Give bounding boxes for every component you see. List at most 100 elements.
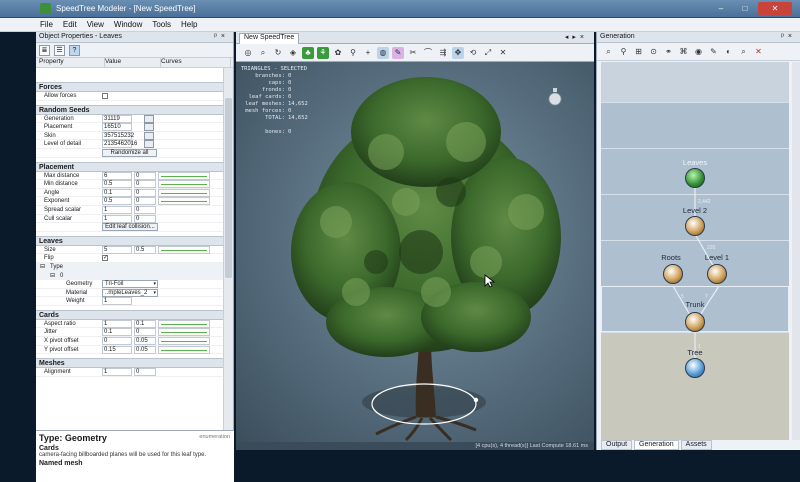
node-level1[interactable] bbox=[707, 264, 727, 284]
add-generator-icon[interactable]: ⚲ bbox=[618, 46, 629, 57]
collapse-icon[interactable]: ⊟ bbox=[40, 263, 45, 272]
angle-variance-field[interactable]: 0 bbox=[134, 188, 156, 197]
aspect-ratio-variance-field[interactable]: 0.1 bbox=[134, 319, 156, 328]
organize-icon[interactable]: ⌘ bbox=[678, 46, 689, 57]
light-bulb-icon[interactable] bbox=[548, 88, 562, 106]
node-tree[interactable] bbox=[685, 358, 705, 378]
curve-editor[interactable] bbox=[158, 245, 210, 254]
cull-scalar-variance-field[interactable]: 0 bbox=[134, 214, 156, 223]
jitter-field[interactable]: 0.1 bbox=[102, 328, 132, 337]
tab-close-icon[interactable]: × bbox=[580, 34, 588, 41]
frond-tool-icon[interactable]: ✿ bbox=[332, 47, 344, 59]
force-icon[interactable]: ⇶ bbox=[437, 47, 449, 59]
curve-editor[interactable] bbox=[158, 345, 210, 354]
pin-icon[interactable]: ᵖ bbox=[214, 33, 221, 40]
curve-editor[interactable] bbox=[158, 328, 210, 337]
curve-editor[interactable] bbox=[158, 319, 210, 328]
scrollbar-thumb[interactable] bbox=[225, 98, 232, 278]
camera-icon[interactable]: ◎ bbox=[242, 47, 254, 59]
categorized-view-icon[interactable]: ≣ bbox=[39, 45, 50, 56]
rotate-icon[interactable]: ⟲ bbox=[467, 47, 479, 59]
min-distance-field[interactable]: 0.5 bbox=[102, 180, 132, 189]
y-pivot-field[interactable]: 0.15 bbox=[102, 345, 132, 354]
node-trunk[interactable] bbox=[685, 312, 705, 332]
dice-icon[interactable] bbox=[144, 131, 154, 140]
min-distance-variance-field[interactable]: 0 bbox=[134, 180, 156, 189]
minimize-button[interactable]: – bbox=[710, 2, 732, 15]
randomize-all-button[interactable]: Randomize all bbox=[102, 148, 157, 157]
flip-checkbox[interactable]: ✓ bbox=[102, 255, 108, 262]
delete-node-icon[interactable]: ✕ bbox=[753, 46, 764, 57]
weight-field[interactable]: 1 bbox=[102, 297, 132, 306]
alignment-field[interactable]: 1 bbox=[102, 368, 132, 377]
node-level2[interactable] bbox=[685, 216, 705, 236]
scale-icon[interactable]: ⤢ bbox=[482, 47, 494, 59]
tab-generation[interactable]: Generation bbox=[634, 440, 679, 450]
delete-icon[interactable]: ✕ bbox=[497, 47, 509, 59]
menu-view[interactable]: View bbox=[87, 20, 104, 29]
tab-next-icon[interactable]: ▸ bbox=[572, 34, 580, 41]
properties-scrollbar[interactable] bbox=[223, 68, 233, 430]
curve-editor[interactable] bbox=[158, 337, 210, 346]
zoom-icon[interactable]: ⌕ bbox=[603, 46, 614, 57]
menu-file[interactable]: File bbox=[40, 20, 53, 29]
visibility-icon[interactable]: ◐ bbox=[723, 46, 734, 57]
close-window-button[interactable]: ✕ bbox=[758, 2, 792, 15]
grow-icon[interactable]: ⚲ bbox=[347, 47, 359, 59]
orbit-icon[interactable]: ↻ bbox=[272, 47, 284, 59]
x-pivot-field[interactable]: 0 bbox=[102, 337, 132, 346]
menu-edit[interactable]: Edit bbox=[63, 20, 77, 29]
size-variance-field[interactable]: 0.5 bbox=[134, 245, 156, 254]
lod-seed-field[interactable]: 2135462016 bbox=[102, 140, 137, 149]
node-leaves[interactable] bbox=[685, 168, 705, 188]
paint-icon[interactable]: ✎ bbox=[392, 47, 404, 59]
max-distance-field[interactable]: 6 bbox=[102, 171, 132, 180]
link-icon[interactable]: ⚭ bbox=[663, 46, 674, 57]
tab-assets[interactable]: Assets bbox=[680, 440, 712, 450]
y-pivot-variance-field[interactable]: 0.05 bbox=[134, 345, 156, 354]
alignment-variance-field[interactable]: 0 bbox=[134, 368, 156, 377]
maximize-button[interactable]: □ bbox=[734, 2, 756, 15]
spread-scalar-variance-field[interactable]: 0 bbox=[134, 205, 156, 214]
leaf-tool-icon[interactable]: ♣ bbox=[302, 47, 314, 59]
angle-field[interactable]: 0.1 bbox=[102, 188, 132, 197]
aspect-ratio-field[interactable]: 1 bbox=[102, 319, 132, 328]
tab-output[interactable]: Output bbox=[601, 440, 633, 450]
tab-new-speedtree[interactable]: New SpeedTree bbox=[239, 33, 300, 44]
move-icon[interactable]: ✥ bbox=[452, 47, 464, 59]
edit-leaf-collision-button[interactable]: Edit leaf collision... bbox=[102, 223, 158, 232]
zoom-icon[interactable]: ⌕ bbox=[257, 47, 269, 59]
skin-seed-field[interactable]: 357515232 bbox=[102, 131, 134, 140]
help-icon[interactable]: ? bbox=[69, 45, 80, 56]
curve-editor[interactable] bbox=[158, 197, 210, 206]
zoom-fit-icon[interactable]: ⊙ bbox=[648, 46, 659, 57]
node-roots[interactable] bbox=[663, 264, 683, 284]
3d-viewport[interactable]: TRIANGLES - SELECTED branches: 0 caps: 0 f… bbox=[236, 62, 594, 442]
menu-tools[interactable]: Tools bbox=[152, 20, 171, 29]
edit-icon[interactable]: ✎ bbox=[708, 46, 719, 57]
panel-close-icon[interactable]: × bbox=[221, 33, 229, 40]
spread-scalar-field[interactable]: 1 bbox=[102, 205, 132, 214]
search-icon[interactable]: ⌕ bbox=[738, 46, 749, 57]
collapse-icon[interactable]: ⊟ bbox=[50, 272, 55, 281]
material-select[interactable]: ..mpleLeaves_2 bbox=[102, 288, 158, 297]
curve-editor[interactable] bbox=[158, 188, 210, 197]
dice-icon[interactable] bbox=[144, 140, 154, 149]
jitter-variance-field[interactable]: 0 bbox=[134, 328, 156, 337]
add-node-icon[interactable]: + bbox=[362, 47, 374, 59]
menu-window[interactable]: Window bbox=[114, 20, 142, 29]
dice-icon[interactable] bbox=[144, 123, 154, 132]
panel-close-icon[interactable]: × bbox=[788, 33, 796, 40]
eye-icon[interactable]: ◉ bbox=[693, 46, 704, 57]
menu-help[interactable]: Help bbox=[181, 20, 197, 29]
geometry-select[interactable]: Tri-Foil bbox=[102, 280, 158, 289]
branch-tool-icon[interactable]: ⚘ bbox=[317, 47, 329, 59]
select-node-icon[interactable]: ◍ bbox=[377, 47, 389, 59]
sorted-view-icon[interactable]: ☰ bbox=[54, 45, 65, 56]
size-field[interactable]: 5 bbox=[102, 245, 132, 254]
frame-icon[interactable]: ⊞ bbox=[633, 46, 644, 57]
prune-icon[interactable]: ✂ bbox=[407, 47, 419, 59]
placement-seed-field[interactable]: 16510 bbox=[102, 123, 132, 132]
curve-editor[interactable] bbox=[158, 180, 210, 189]
generation-graph[interactable]: 2,442 220 5 7 1 Leaves Level 2 Roots Lev… bbox=[601, 62, 789, 440]
